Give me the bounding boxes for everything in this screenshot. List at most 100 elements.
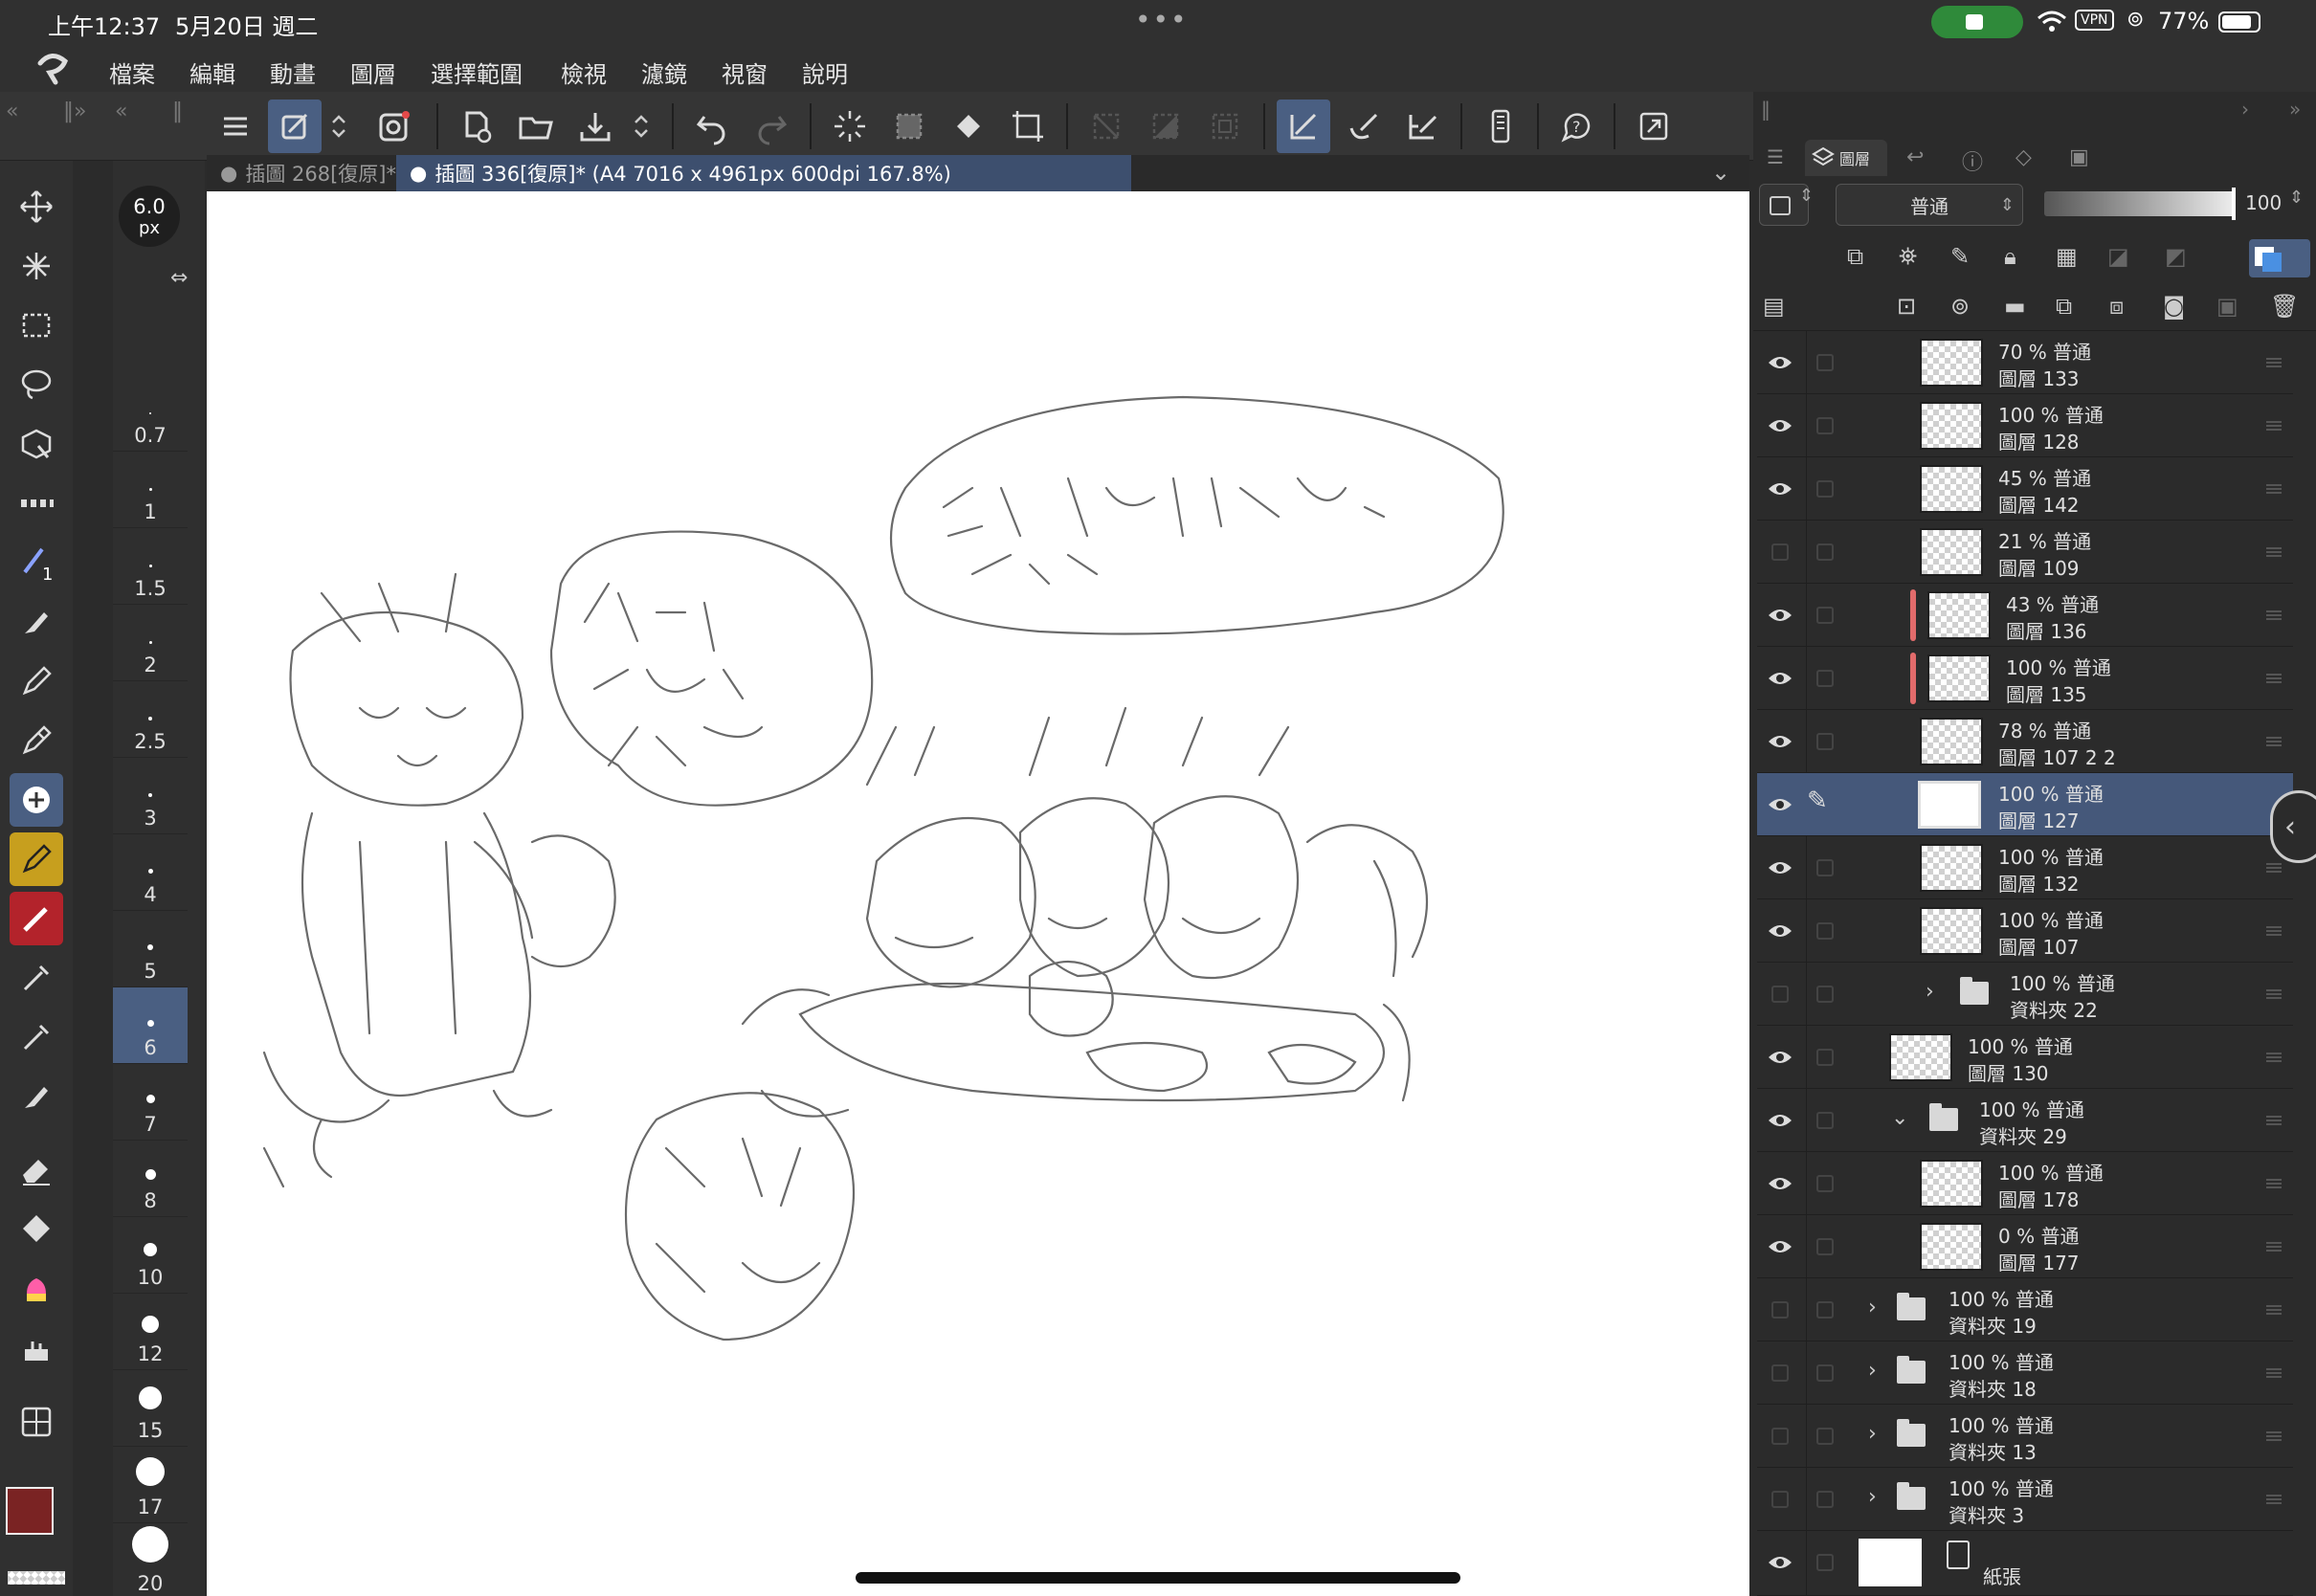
layer-row[interactable]: 45 % 普通 圖層 142 bbox=[1757, 457, 2293, 521]
clip-layer-icon[interactable]: ⧉ bbox=[1847, 243, 1863, 270]
decoration-icon[interactable] bbox=[10, 1320, 63, 1374]
redo-icon[interactable] bbox=[745, 100, 798, 153]
layer-checkbox[interactable] bbox=[1816, 1491, 1834, 1508]
draft-layer-icon[interactable]: ✎ bbox=[1950, 243, 1970, 270]
brush-size-1-5[interactable]: 1.5 bbox=[113, 528, 188, 605]
eraser-icon[interactable] bbox=[10, 1142, 63, 1196]
panel-menu-icon[interactable]: ☰ bbox=[1767, 145, 1784, 168]
brush-size-2[interactable]: 2 bbox=[113, 605, 188, 681]
panel-expand-icon[interactable]: » bbox=[2289, 98, 2301, 121]
brush-size-7[interactable]: 7 bbox=[113, 1064, 188, 1141]
apply-mask-icon[interactable]: ▣ bbox=[2216, 293, 2238, 320]
quick-access-icon[interactable] bbox=[268, 100, 322, 153]
reference-layer-icon[interactable]: ⛯ bbox=[1899, 243, 1917, 270]
undo-icon[interactable] bbox=[685, 100, 739, 153]
collapse-left-icon-2[interactable]: « bbox=[115, 100, 127, 123]
layer-checkbox[interactable] bbox=[1816, 1238, 1834, 1255]
save-options-arrows-icon[interactable] bbox=[624, 100, 658, 153]
eye-hidden-icon[interactable] bbox=[1757, 1405, 1803, 1468]
companion-icon[interactable] bbox=[367, 100, 421, 153]
menu-layer[interactable]: 圖層 bbox=[350, 55, 396, 89]
main-menu-icon[interactable] bbox=[209, 100, 262, 153]
edge-keyboard-icon[interactable] bbox=[1474, 100, 1527, 153]
layer-checkbox[interactable] bbox=[1816, 1175, 1834, 1192]
layer-color-icon[interactable] bbox=[2249, 239, 2310, 277]
panel-divider-icon[interactable]: ‖ bbox=[172, 100, 183, 123]
layer-checkbox[interactable] bbox=[1816, 859, 1834, 876]
panel-edge-handle[interactable]: ‹ bbox=[2270, 790, 2316, 863]
layer-row[interactable]: 43 % 普通 圖層 136 bbox=[1757, 584, 2293, 647]
brush-size-8[interactable]: 8 bbox=[113, 1141, 188, 1217]
panel-toggle-icon[interactable]: ‖» bbox=[63, 100, 86, 123]
drag-handle-icon[interactable] bbox=[2266, 547, 2282, 557]
open-folder-icon[interactable] bbox=[509, 100, 563, 153]
3d-object-icon[interactable] bbox=[10, 417, 63, 471]
layer-row-selected[interactable]: ✎ 100 % 普通 圖層 127 bbox=[1757, 773, 2293, 836]
layer-row[interactable]: 70 % 普通 圖層 133 bbox=[1757, 331, 2293, 394]
custom-brush-icon[interactable] bbox=[10, 773, 63, 827]
eye-icon[interactable] bbox=[1757, 1026, 1803, 1089]
drag-handle-icon[interactable] bbox=[2266, 1053, 2282, 1062]
copy-layer-icon[interactable]: ⧉ bbox=[2056, 293, 2072, 320]
pencil-icon[interactable] bbox=[10, 714, 63, 767]
main-color-swatch[interactable] bbox=[6, 1487, 54, 1535]
brush-size-17[interactable]: 17 bbox=[113, 1447, 188, 1523]
brush-size-4[interactable]: 4 bbox=[113, 834, 188, 911]
panel-collapse-icon[interactable]: › bbox=[2241, 98, 2249, 121]
brush-size-0-7[interactable]: 0.7 bbox=[113, 375, 188, 452]
drawing-paper[interactable] bbox=[207, 191, 1749, 1596]
drag-handle-icon[interactable] bbox=[2266, 358, 2282, 367]
multitask-dots-icon[interactable]: ••• bbox=[1135, 4, 1189, 35]
fullscreen-icon[interactable] bbox=[1627, 100, 1681, 153]
menu-edit[interactable]: 編輯 bbox=[189, 55, 235, 89]
eye-icon[interactable] bbox=[1757, 457, 1803, 521]
layer-checkbox[interactable] bbox=[1816, 480, 1834, 498]
selection-border-icon[interactable] bbox=[1198, 100, 1252, 153]
layer-row[interactable]: 100 % 普通 圖層 135 bbox=[1757, 647, 2293, 710]
brush-preview-toggle-icon[interactable]: ⇔ bbox=[170, 266, 188, 290]
layer-row[interactable]: 100 % 普通 圖層 128 bbox=[1757, 394, 2293, 457]
operation-icon[interactable] bbox=[10, 239, 63, 293]
eye-icon[interactable] bbox=[1757, 1531, 1803, 1594]
eye-hidden-icon[interactable] bbox=[1757, 1278, 1803, 1341]
new-folder-icon[interactable]: ▬ bbox=[2004, 293, 2026, 320]
layer-checkbox[interactable] bbox=[1816, 1049, 1834, 1066]
blend-icon[interactable] bbox=[10, 1261, 63, 1315]
layer-checkbox[interactable] bbox=[1816, 986, 1834, 1003]
brush-size-15[interactable]: 15 bbox=[113, 1370, 188, 1447]
opacity-stepper-icon[interactable]: ⇕ bbox=[2289, 188, 2304, 208]
brush-size-6[interactable]: 6 bbox=[113, 987, 188, 1064]
eye-icon[interactable] bbox=[1757, 899, 1803, 963]
brush-size-12[interactable]: 12 bbox=[113, 1294, 188, 1370]
panel-grip-icon[interactable]: ‖ bbox=[1761, 98, 1770, 121]
tab-material-icon[interactable]: ◇ bbox=[2015, 145, 2032, 169]
layer-checkbox[interactable] bbox=[1816, 1364, 1834, 1382]
folder-row[interactable]: ⌄ 100 % 普通 資料夾 29 bbox=[1757, 1089, 2293, 1152]
save-icon[interactable] bbox=[568, 100, 622, 153]
tab-illustration-268[interactable]: ● 插圖 268[復原]* bbox=[207, 155, 396, 191]
eye-icon[interactable] bbox=[1757, 1089, 1803, 1152]
help-icon[interactable]: ? bbox=[1550, 100, 1604, 153]
tab-history-icon[interactable]: ↩ bbox=[1906, 145, 1924, 169]
eye-icon[interactable] bbox=[1757, 773, 1803, 836]
eye-icon[interactable] bbox=[1757, 1152, 1803, 1215]
chevron-down-icon[interactable]: ⌄ bbox=[1891, 1106, 1908, 1130]
drag-handle-icon[interactable] bbox=[2266, 1242, 2282, 1252]
opacity-value[interactable]: 100 bbox=[2245, 191, 2282, 214]
invert-selection-icon[interactable] bbox=[1139, 100, 1192, 153]
chevron-right-icon[interactable]: › bbox=[1868, 1485, 1877, 1509]
eye-hidden-icon[interactable] bbox=[1757, 1341, 1803, 1405]
lock-transparent-icon[interactable]: ▦ bbox=[2056, 243, 2078, 270]
layer-row[interactable]: 0 % 普通 圖層 177 bbox=[1757, 1215, 2293, 1278]
lock-icon[interactable]: 🔒︎ bbox=[2004, 243, 2016, 270]
transform-icon[interactable] bbox=[1001, 100, 1055, 153]
deselect-icon[interactable] bbox=[1080, 100, 1133, 153]
layer-checkbox[interactable] bbox=[1816, 922, 1834, 940]
brush-size-5[interactable]: 5 bbox=[113, 911, 188, 987]
opacity-slider[interactable] bbox=[2044, 188, 2236, 220]
folder-row[interactable]: › 100 % 普通 資料夾 22 bbox=[1757, 963, 2293, 1026]
pen-1-icon[interactable]: 1 bbox=[10, 536, 63, 589]
layer-checkbox[interactable] bbox=[1816, 1428, 1834, 1445]
snap-grid-icon[interactable] bbox=[1395, 100, 1449, 153]
create-mask-icon[interactable]: ◙ bbox=[2163, 293, 2185, 320]
